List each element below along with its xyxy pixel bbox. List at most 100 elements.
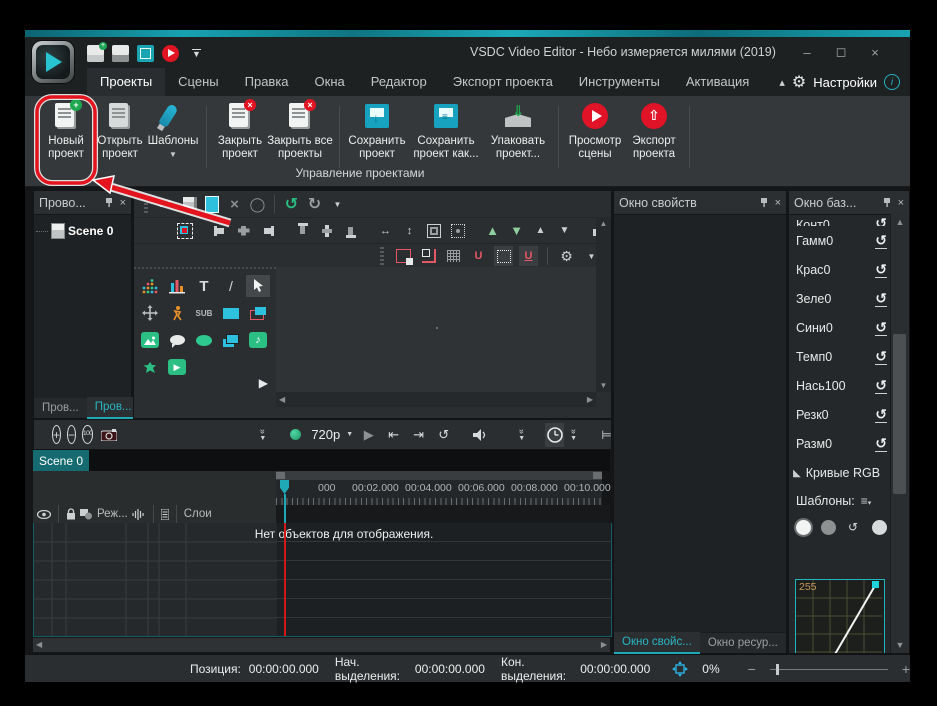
line-tool-icon[interactable]: / xyxy=(219,275,243,297)
templates-button[interactable]: Шаблоны ▼ xyxy=(146,102,200,174)
audio-visualizer-tool-icon[interactable] xyxy=(138,275,162,297)
scroll-up-icon[interactable]: ▲ xyxy=(596,219,611,228)
scene-canvas[interactable] xyxy=(276,267,596,392)
subtitles-tool-icon[interactable]: SUB xyxy=(192,302,216,324)
align-middle-icon[interactable] xyxy=(317,221,336,241)
fit-height-icon[interactable]: ↕ xyxy=(400,221,419,241)
tab-editor[interactable]: Редактор xyxy=(358,68,440,96)
text-tool-icon[interactable]: T xyxy=(192,275,216,297)
tab-scenes[interactable]: Сцены xyxy=(165,68,231,96)
scroll-right-icon[interactable]: ▶ xyxy=(587,395,593,404)
templates-list-icon[interactable]: ≡▾ xyxy=(861,494,872,508)
reset-icon[interactable]: ↺ xyxy=(875,262,887,278)
close-project-button[interactable]: × Закрыть проект xyxy=(213,102,267,174)
mini-scroll-thumb[interactable] xyxy=(276,472,285,479)
templates-dropdown-icon[interactable]: ▼ xyxy=(169,150,177,159)
scene-tab[interactable]: Scene 0 xyxy=(33,450,89,471)
edit-toolbar-dropdown-icon[interactable]: ▼ xyxy=(328,194,347,214)
slider-row-temperature[interactable]: Темп0 ↺ xyxy=(789,342,891,371)
timeline-grid[interactable]: Нет объектов для отображения. xyxy=(33,523,612,637)
open-project-button[interactable]: Открыть проект xyxy=(94,102,146,174)
move-tool-icon[interactable] xyxy=(138,302,162,324)
blend-shapes-icon[interactable] xyxy=(80,509,93,520)
zoom-out-icon[interactable]: − xyxy=(67,425,76,444)
fit-to-screen-icon[interactable] xyxy=(672,661,688,677)
loop-playback-icon[interactable]: ↺ xyxy=(434,425,453,445)
toolbar-overflow-icon[interactable]: »▼ xyxy=(518,428,525,442)
close-panel-icon[interactable]: × xyxy=(120,197,126,209)
music-tool-icon[interactable]: ♪ xyxy=(246,329,270,351)
tab-edit[interactable]: Правка xyxy=(232,68,302,96)
editor-hscrollbar[interactable]: ◀ ▶ xyxy=(276,392,596,407)
titlebar[interactable]: + ▼ VSDC Video Editor - Небо измеряется … xyxy=(25,37,910,68)
show-grid-icon[interactable] xyxy=(444,246,463,266)
scroll-up-icon[interactable]: ▲ xyxy=(891,217,909,227)
speaker-icon[interactable] xyxy=(471,425,490,445)
slider-row-red[interactable]: Крас0 ↺ xyxy=(789,255,891,284)
tab-export-project[interactable]: Экспорт проекта xyxy=(440,68,566,96)
scroll-left-icon[interactable]: ◀ xyxy=(36,640,42,649)
info-icon[interactable]: i xyxy=(884,74,900,90)
quick-new-project-icon[interactable]: + xyxy=(87,45,104,62)
pin-icon[interactable] xyxy=(104,197,114,208)
clock-time-display-icon[interactable] xyxy=(545,423,564,447)
slider-row-saturation[interactable]: Нась100 ↺ xyxy=(789,371,891,400)
quick-access-customize-icon[interactable]: ▼ xyxy=(187,43,206,63)
tab-projects[interactable]: Проекты xyxy=(87,68,165,96)
quick-preview-icon[interactable] xyxy=(162,45,179,62)
curve-editor[interactable]: 255 xyxy=(795,579,885,654)
scroll-left-icon[interactable]: ◀ xyxy=(279,395,285,404)
channel-white-icon[interactable] xyxy=(796,520,811,535)
send-back-icon[interactable]: ▼ xyxy=(555,221,574,241)
reset-icon[interactable]: ↺ xyxy=(875,320,887,336)
slider-row-blue[interactable]: Сини0 ↺ xyxy=(789,313,891,342)
slider-row-gamma[interactable]: Гамм0 ↺ xyxy=(789,226,891,255)
clone-tool-icon[interactable] xyxy=(219,329,243,351)
resolution-dropdown-icon[interactable]: ▼ xyxy=(346,431,353,438)
zoom-in-icon[interactable]: + xyxy=(52,425,61,444)
redo-icon[interactable]: ↻ xyxy=(305,194,324,214)
cut-icon[interactable]: ✂ xyxy=(156,194,175,214)
reset-icon[interactable]: ↺ xyxy=(875,349,887,365)
snapshot-camera-icon[interactable] xyxy=(99,425,118,445)
maximize-button[interactable]: ◻ xyxy=(824,42,858,62)
reset-icon[interactable]: ↺ xyxy=(875,233,887,249)
reset-icon[interactable]: ↺ xyxy=(875,407,887,423)
toolbar-drag-handle[interactable] xyxy=(380,247,384,265)
explorer-panel-titlebar[interactable]: Прово... × xyxy=(34,191,131,215)
pack-project-button[interactable]: ⇓ Упаковать проект... xyxy=(484,102,552,174)
tooltip-tool-icon[interactable] xyxy=(165,329,189,351)
waveform-icon[interactable] xyxy=(132,509,146,520)
u-underline-icon[interactable]: U xyxy=(519,246,538,266)
reset-icon[interactable]: ↺ xyxy=(875,436,887,452)
animation-tool-icon[interactable] xyxy=(165,302,189,324)
align-left-icon[interactable] xyxy=(210,221,229,241)
chart-tool-icon[interactable] xyxy=(165,275,189,297)
toolbar-overflow-icon[interactable]: »▼ xyxy=(570,428,577,442)
reset-icon[interactable]: ↺ xyxy=(875,378,887,394)
align-top-icon[interactable] xyxy=(293,221,312,241)
zoom-100-icon[interactable]: 100 xyxy=(82,425,93,444)
track-list-icon[interactable] xyxy=(161,509,169,520)
scroll-down-icon[interactable]: ▼ xyxy=(596,381,611,390)
close-panel-icon[interactable]: × xyxy=(775,197,781,209)
visibility-eye-icon[interactable] xyxy=(37,510,51,519)
toolbar-drag-handle[interactable] xyxy=(144,195,148,213)
slider-row-clipped[interactable]: Конт 0 ↺ xyxy=(789,214,891,226)
curve-templates-row[interactable]: Шаблоны: ≡▾ xyxy=(789,488,891,514)
copy-icon[interactable] xyxy=(179,194,198,214)
quick-save-icon[interactable] xyxy=(137,45,154,62)
slider-row-green[interactable]: Зеле0 ↺ xyxy=(789,284,891,313)
timeline-ruler[interactable]: 000 00:02.000 00:04.000 00:06.000 00:08.… xyxy=(276,480,602,505)
toolbar-overflow-icon[interactable]: »▼ xyxy=(259,428,266,442)
mini-scroll-thumb[interactable] xyxy=(593,472,602,479)
snap-objects-icon[interactable] xyxy=(394,246,413,266)
properties-panel-titlebar[interactable]: Окно свойств × xyxy=(614,191,786,215)
resize-object-icon[interactable] xyxy=(424,221,443,241)
move-down-icon[interactable]: ▼ xyxy=(507,221,526,241)
preview-resolution-value[interactable]: 720p xyxy=(311,427,340,442)
align-right-icon[interactable] xyxy=(258,221,277,241)
quick-open-project-icon[interactable] xyxy=(112,45,129,62)
bring-front-icon[interactable]: ▲ xyxy=(531,221,550,241)
channel-clipped-icon[interactable] xyxy=(872,520,887,535)
